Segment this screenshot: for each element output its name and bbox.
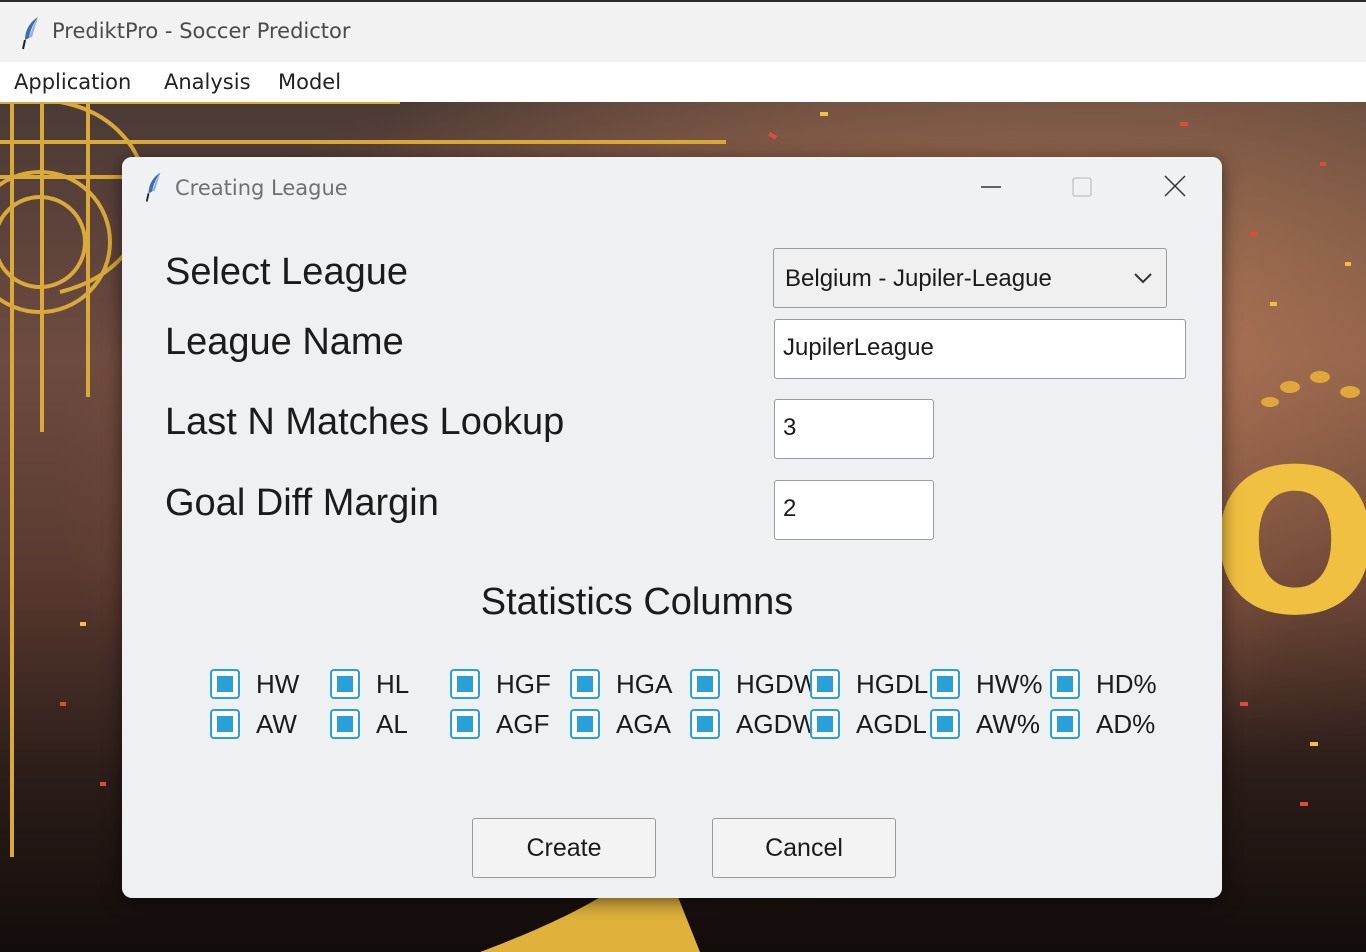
checkbox-checked-icon[interactable] (690, 709, 720, 739)
dialog-titlebar: Creating League (122, 157, 1222, 217)
feather-icon (22, 17, 38, 50)
stat-checkbox-hgdw[interactable]: HGDW (690, 669, 810, 703)
feather-icon (145, 172, 161, 202)
checkbox-checked-icon[interactable] (570, 669, 600, 699)
maximize-icon (1072, 177, 1092, 197)
league-name-label: League Name (165, 321, 404, 363)
checkbox-checked-icon[interactable] (450, 709, 480, 739)
select-league-combobox[interactable]: Belgium - Jupiler-League (773, 248, 1167, 308)
svg-text:OC: OC (1210, 427, 1366, 660)
stat-checkbox-hgf[interactable]: HGF (450, 669, 570, 703)
stat-checkbox-label: AL (376, 709, 408, 739)
stat-checkbox-label: HGA (616, 669, 673, 699)
minimize-icon[interactable] (971, 171, 1011, 203)
checkbox-checked-icon[interactable] (330, 669, 360, 699)
stat-checkbox-label: AGDL (856, 709, 927, 739)
last-n-matches-input[interactable]: 3 (774, 399, 934, 459)
select-league-label: Select League (165, 251, 408, 293)
checkbox-checked-icon[interactable] (210, 669, 240, 699)
stat-checkbox-label: HGDW (736, 669, 810, 699)
menu-application[interactable]: Application (14, 70, 131, 94)
stat-checkbox-label: AGA (616, 709, 671, 739)
checkbox-checked-icon[interactable] (450, 669, 480, 699)
checkbox-checked-icon[interactable] (1050, 709, 1080, 739)
select-league-value: Belgium - Jupiler-League (785, 265, 1052, 292)
app-title: PrediktPro - Soccer Predictor (52, 19, 351, 43)
close-icon[interactable] (1155, 171, 1195, 203)
stat-checkbox-hga[interactable]: HGA (570, 669, 690, 703)
stat-checkbox-hgdl[interactable]: HGDL (810, 669, 930, 703)
checkbox-checked-icon[interactable] (690, 669, 720, 699)
checkbox-checked-icon[interactable] (330, 709, 360, 739)
stat-checkbox-hw-pct[interactable]: HW% (930, 669, 1050, 703)
checkbox-checked-icon[interactable] (930, 669, 960, 699)
stat-checkbox-label: AD% (1096, 709, 1156, 739)
chevron-down-icon (1134, 273, 1152, 284)
stat-checkbox-al[interactable]: AL (330, 709, 450, 743)
stat-checkbox-hd-pct[interactable]: HD% (1050, 669, 1170, 703)
menu-model[interactable]: Model (278, 70, 341, 94)
league-name-input[interactable]: JupilerLeague (774, 319, 1186, 379)
create-button[interactable]: Create (472, 818, 656, 878)
stat-checkbox-label: AW (256, 709, 297, 739)
cancel-button[interactable]: Cancel (712, 818, 896, 878)
checkbox-checked-icon[interactable] (570, 709, 600, 739)
stat-checkbox-label: HW (256, 669, 300, 699)
stat-checkbox-agdw[interactable]: AGDW (690, 709, 810, 743)
stat-checkbox-hw[interactable]: HW (210, 669, 330, 703)
checkbox-checked-icon[interactable] (1050, 669, 1080, 699)
goal-diff-margin-input[interactable]: 2 (774, 480, 934, 540)
last-n-matches-label: Last N Matches Lookup (165, 401, 565, 443)
menu-analysis[interactable]: Analysis (164, 70, 251, 94)
creating-league-dialog: Creating League Select League Belgium - … (122, 157, 1222, 898)
stat-checkbox-label: HW% (976, 669, 1043, 699)
checkbox-checked-icon[interactable] (810, 669, 840, 699)
checkbox-checked-icon[interactable] (810, 709, 840, 739)
stat-checkbox-label: AW% (976, 709, 1041, 739)
stat-checkbox-label: HGF (496, 669, 551, 699)
stat-checkbox-ad-pct[interactable]: AD% (1050, 709, 1170, 743)
stat-checkbox-aw-pct[interactable]: AW% (930, 709, 1050, 743)
goal-diff-margin-label: Goal Diff Margin (165, 482, 439, 524)
stat-checkbox-agf[interactable]: AGF (450, 709, 570, 743)
stat-checkbox-aga[interactable]: AGA (570, 709, 690, 743)
dialog-title: Creating League (175, 176, 348, 200)
stat-checkbox-label: HD% (1096, 669, 1157, 699)
stat-checkbox-hl[interactable]: HL (330, 669, 450, 703)
stat-checkbox-aw[interactable]: AW (210, 709, 330, 743)
main-window-titlebar: PrediktPro - Soccer Predictor (0, 0, 1366, 62)
statistics-columns-heading: Statistics Columns (480, 581, 794, 623)
stat-checkbox-agdl[interactable]: AGDL (810, 709, 930, 743)
menu-bar: Application Analysis Model (0, 62, 1366, 102)
stat-checkbox-label: AGDW (736, 709, 810, 739)
stat-checkbox-label: HL (376, 669, 410, 699)
stat-checkbox-label: HGDL (856, 669, 929, 699)
stat-checkbox-label: AGF (496, 709, 550, 739)
checkbox-checked-icon[interactable] (930, 709, 960, 739)
checkbox-checked-icon[interactable] (210, 709, 240, 739)
